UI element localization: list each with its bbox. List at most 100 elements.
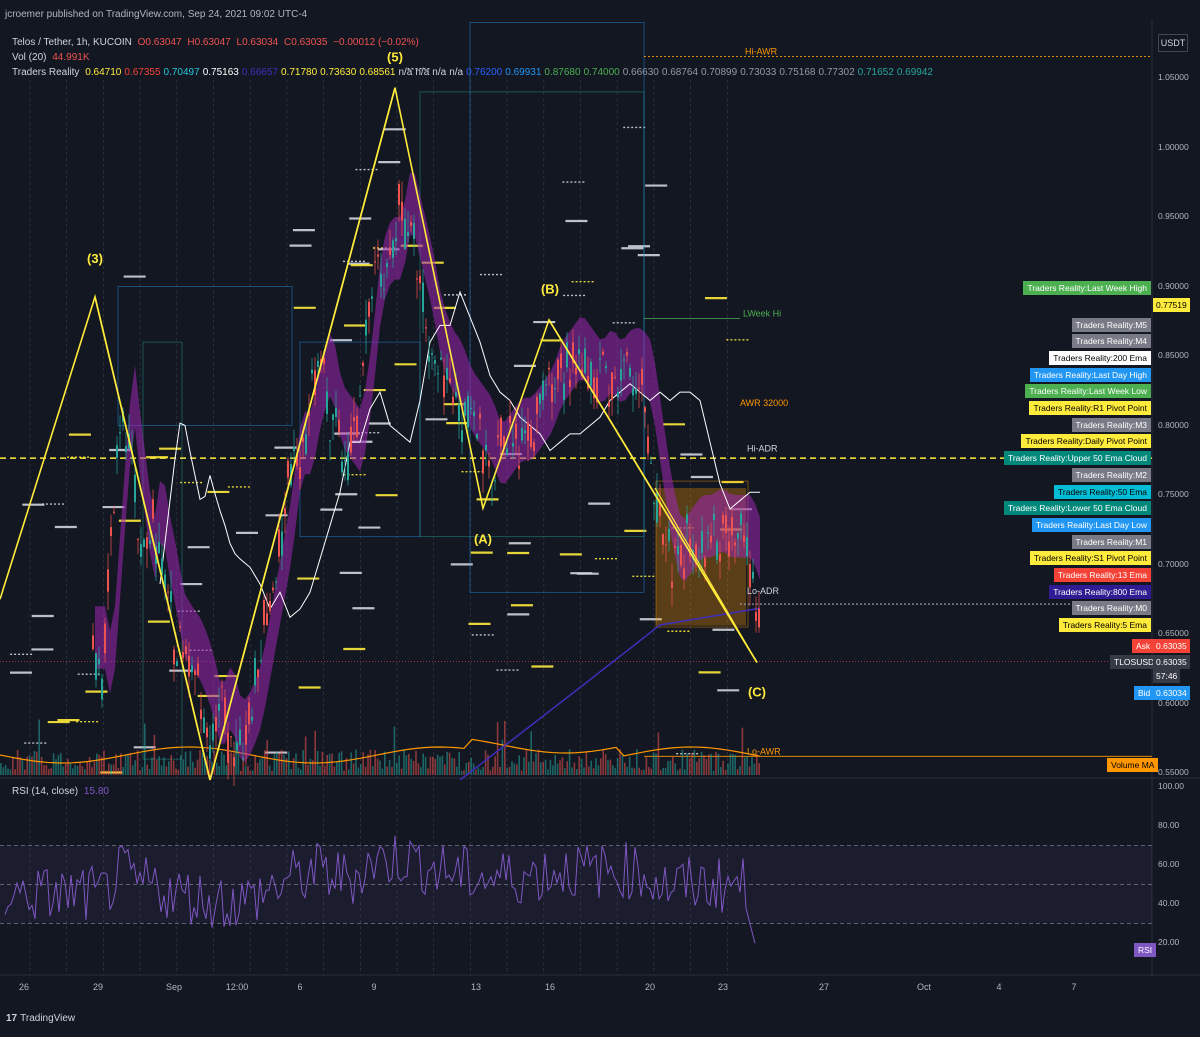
candle <box>230 736 232 738</box>
candle <box>524 430 526 434</box>
volume-bar <box>69 763 72 775</box>
volume-bar <box>561 757 564 775</box>
volume-bar <box>427 768 429 775</box>
rsi-legend[interactable]: RSI (14, close) 15.80 <box>12 786 112 797</box>
volume-bar <box>256 762 259 775</box>
volume-bar <box>672 757 674 775</box>
candle <box>431 353 433 355</box>
volume-bar <box>240 770 242 775</box>
volume-bar <box>616 758 619 775</box>
volume-bar <box>309 758 312 775</box>
price-tick-label: 1.00000 <box>1158 141 1189 152</box>
candle <box>248 702 250 725</box>
volume-bar <box>372 766 374 775</box>
indicator-tag: Traders Reality:M0 <box>1071 601 1151 616</box>
volume-bar <box>170 755 172 775</box>
candle <box>443 375 445 398</box>
volume-bar <box>523 757 525 775</box>
candle <box>113 511 115 513</box>
volume-bar <box>252 770 254 775</box>
price-tick-label: 0.70000 <box>1158 558 1189 569</box>
candle <box>719 553 721 562</box>
candle <box>191 665 193 673</box>
volume-bar <box>336 762 338 775</box>
candle <box>350 426 352 453</box>
volume-bar <box>295 753 297 775</box>
volume-bar <box>556 763 559 775</box>
candle <box>182 651 184 659</box>
candle <box>413 223 415 240</box>
volume-bar <box>679 768 681 775</box>
volume-bar <box>669 760 672 775</box>
volume-bar <box>602 750 604 775</box>
volume-bar <box>40 756 43 775</box>
candle <box>272 587 274 591</box>
volume-bar <box>638 767 640 775</box>
candle <box>215 717 217 732</box>
candle <box>542 380 544 400</box>
candle <box>548 367 550 370</box>
candle <box>269 600 271 612</box>
volume-bar <box>506 767 508 775</box>
volume-bar <box>660 770 662 775</box>
volume-bar <box>753 763 756 775</box>
volume-bar <box>540 762 542 775</box>
volume-bar <box>434 759 436 775</box>
candle <box>275 581 277 583</box>
volume-bar <box>52 753 55 775</box>
ask-price: 0.63035 <box>1153 639 1190 653</box>
candle <box>374 261 376 263</box>
candle <box>368 301 370 317</box>
volume-bar <box>417 763 420 775</box>
candle <box>185 646 187 655</box>
volume-bar <box>628 756 631 775</box>
volume-bar <box>259 759 261 775</box>
volume-bar <box>223 754 225 775</box>
candle <box>632 388 634 396</box>
candle <box>749 564 751 588</box>
candle <box>401 201 403 221</box>
volume-bar <box>518 755 520 775</box>
volume-bar <box>566 761 568 775</box>
candle <box>467 395 469 428</box>
volume-bar <box>268 765 271 775</box>
volume-bar <box>244 765 247 775</box>
time-tick-label: 26 <box>18 982 29 992</box>
price-tick-label: 0.65000 <box>1158 628 1189 638</box>
price-chart[interactable]: (3) (5) (A) (B) (C) Hi-AWR LWeek Hi AWR 32000 Hi… <box>0 0 1200 1037</box>
volume-bar <box>746 756 748 775</box>
candle <box>626 352 628 356</box>
volume-bar <box>645 757 648 775</box>
volume-bar <box>444 764 446 775</box>
volume-bar <box>453 758 456 775</box>
candle <box>494 480 496 482</box>
volume-bar <box>492 766 494 775</box>
volume-bar <box>684 769 686 775</box>
candle <box>353 417 355 422</box>
tradingview-brand[interactable]: 17 TradingView <box>6 1013 75 1024</box>
volume-bar <box>340 751 343 775</box>
candle <box>488 460 490 467</box>
candle <box>200 709 202 720</box>
candle <box>446 368 448 380</box>
volume-bar <box>278 753 280 775</box>
volume-bar <box>136 750 139 775</box>
candle <box>260 660 262 662</box>
candle <box>551 384 553 402</box>
volume-bar <box>9 769 12 775</box>
volume-bar <box>703 755 705 775</box>
indicator-tag: Traders Reality:13 Ema <box>1054 567 1151 582</box>
volume-bar <box>391 767 393 775</box>
candle <box>647 436 649 454</box>
rsi-tick-label: 100.00 <box>1158 781 1184 791</box>
level-label: Lo-AWR <box>747 746 781 756</box>
volume-bar <box>146 764 148 775</box>
volume-bar <box>328 753 331 775</box>
candle <box>560 353 562 369</box>
volume-bar <box>134 760 136 775</box>
volume-bar <box>194 767 196 775</box>
volume-bar <box>542 761 544 775</box>
indicator-tag: Traders Reality:M5 <box>1071 317 1151 332</box>
elliott-wave-label: (A) <box>474 532 492 547</box>
candle <box>440 357 442 360</box>
